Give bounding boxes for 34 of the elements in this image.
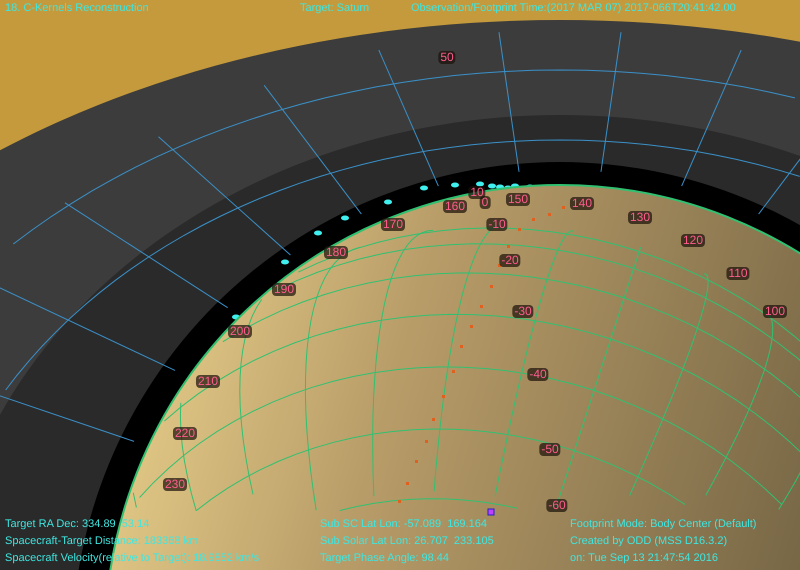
- longitude-label: 210: [196, 375, 220, 388]
- longitude-label: 230: [162, 478, 188, 491]
- longitude-label: 110: [726, 267, 750, 280]
- info-text: Created by ODD (MSS D16.3.2): [570, 534, 728, 549]
- longitude-label: 200: [228, 325, 252, 338]
- longitude-label: 170: [380, 218, 406, 231]
- info-text: Target RA Dec: 334.89 53.14: [5, 517, 150, 532]
- latitude-label: -50: [539, 443, 561, 456]
- info-text: Target Phase Angle: 98.44: [320, 551, 450, 566]
- latitude-label: -30: [512, 305, 534, 318]
- longitude-label: 130: [628, 211, 652, 224]
- latitude-label: -40: [527, 368, 549, 381]
- longitude-label: 190: [272, 283, 296, 296]
- longitude-label: 150: [506, 193, 530, 206]
- info-text: on: Tue Sep 13 21:47:54 2016: [570, 551, 720, 566]
- longitude-label: 120: [680, 234, 706, 247]
- longitude-label: 10: [468, 186, 486, 199]
- longitude-label: 100: [762, 305, 788, 318]
- longitude-label: 50: [438, 51, 456, 64]
- info-text: Sub Solar Lat Lon: 26.707 233.105: [320, 534, 494, 549]
- longitude-label: 140: [570, 197, 594, 210]
- longitude-label: 0: [480, 196, 490, 209]
- longitude-label: 220: [172, 427, 198, 440]
- latitude-label: -60: [546, 499, 568, 512]
- longitude-label: 160: [442, 200, 468, 213]
- spacecraft-marker: [488, 508, 494, 516]
- info-text: Sub SC Lat Lon: -57.089 169.164: [320, 517, 488, 532]
- longitude-label: 180: [324, 246, 348, 259]
- target-text: Target: Saturn: [300, 1, 370, 16]
- title-text: 18. C-Kernels Reconstruction: [5, 1, 150, 16]
- latitude-label: -10: [486, 218, 508, 231]
- info-text: Footprint Mode: Body Center (Default): [570, 517, 756, 532]
- latitude-label: -20: [499, 254, 521, 267]
- observation-time: Observation/Footprint Time:(2017 MAR 07) 2017-066T20:41:42.00: [411, 1, 736, 16]
